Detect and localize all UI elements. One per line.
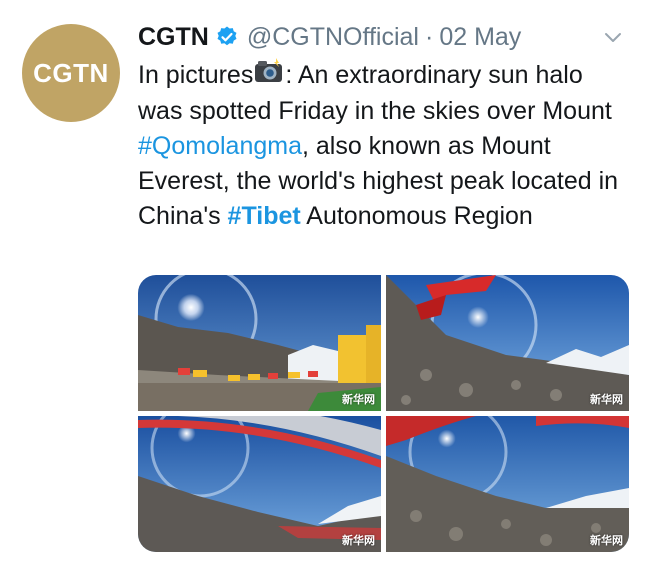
watermark: 新华网	[342, 394, 375, 406]
tweet-text: In pictures : An extraordinary sun halo …	[138, 58, 633, 234]
verified-badge-icon	[215, 25, 239, 49]
tweet-text-part4: Autonomous Region	[300, 202, 533, 231]
tweet-header: CGTN @CGTNOfficial · 02 May	[138, 20, 630, 54]
watermark: 新华网	[590, 535, 623, 547]
tweet-date[interactable]: 02 May	[439, 23, 521, 52]
photo-sun-halo-rocky-slope[interactable]: 新华网	[386, 416, 629, 552]
avatar-text: CGTN	[33, 57, 109, 88]
watermark: 新华网	[590, 394, 623, 406]
photo-sun-halo-with-flags[interactable]: 新华网	[386, 275, 629, 411]
hashtag-tibet[interactable]: #Tibet	[228, 202, 301, 230]
chevron-down-icon[interactable]	[602, 26, 624, 55]
account-handle[interactable]: @CGTNOfficial	[247, 23, 419, 52]
photo-sun-halo-fisheye-flags[interactable]: 新华网	[138, 416, 381, 552]
avatar[interactable]: CGTN	[22, 24, 120, 122]
account-name[interactable]: CGTN	[138, 23, 209, 52]
media-grid: 新华网 新华网 新华网 新华网	[138, 275, 629, 552]
hashtag-qomolangma[interactable]: #Qomolangma	[138, 132, 302, 160]
tweet-text-part1: In pictures	[138, 61, 254, 89]
camera-with-flash-icon	[254, 58, 284, 94]
watermark: 新华网	[342, 535, 375, 547]
photo-sun-halo-over-camp[interactable]: 新华网	[138, 275, 381, 411]
separator: ·	[424, 22, 434, 51]
